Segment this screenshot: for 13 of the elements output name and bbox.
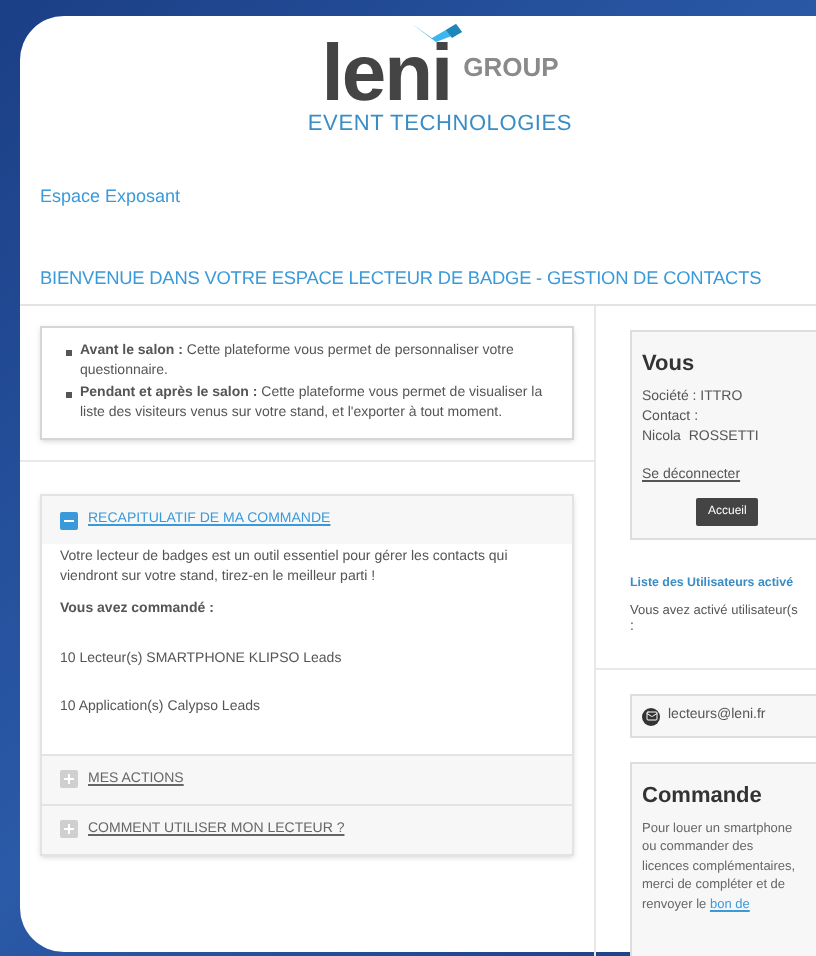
page-heading: BIENVENUE DANS VOTRE ESPACE LECTEUR DE BADGE - GESTION DE CONTACTS bbox=[40, 265, 764, 291]
expand-icon[interactable] bbox=[60, 770, 78, 789]
expand-icon[interactable] bbox=[60, 820, 78, 839]
logo-group: GROUP bbox=[463, 47, 559, 86]
logo-wordmark: leni bbox=[321, 42, 452, 106]
mail-icon bbox=[642, 707, 660, 726]
order-title: Commande bbox=[642, 782, 764, 813]
bullet-icon bbox=[66, 391, 72, 398]
account-title: Vous bbox=[642, 350, 697, 381]
collapse-icon[interactable] bbox=[60, 511, 78, 530]
logo-tagline: EVENT TECHNOLOGIES bbox=[307, 110, 573, 140]
section-label: Espace Exposant bbox=[40, 185, 181, 205]
bullet-icon bbox=[66, 349, 72, 356]
